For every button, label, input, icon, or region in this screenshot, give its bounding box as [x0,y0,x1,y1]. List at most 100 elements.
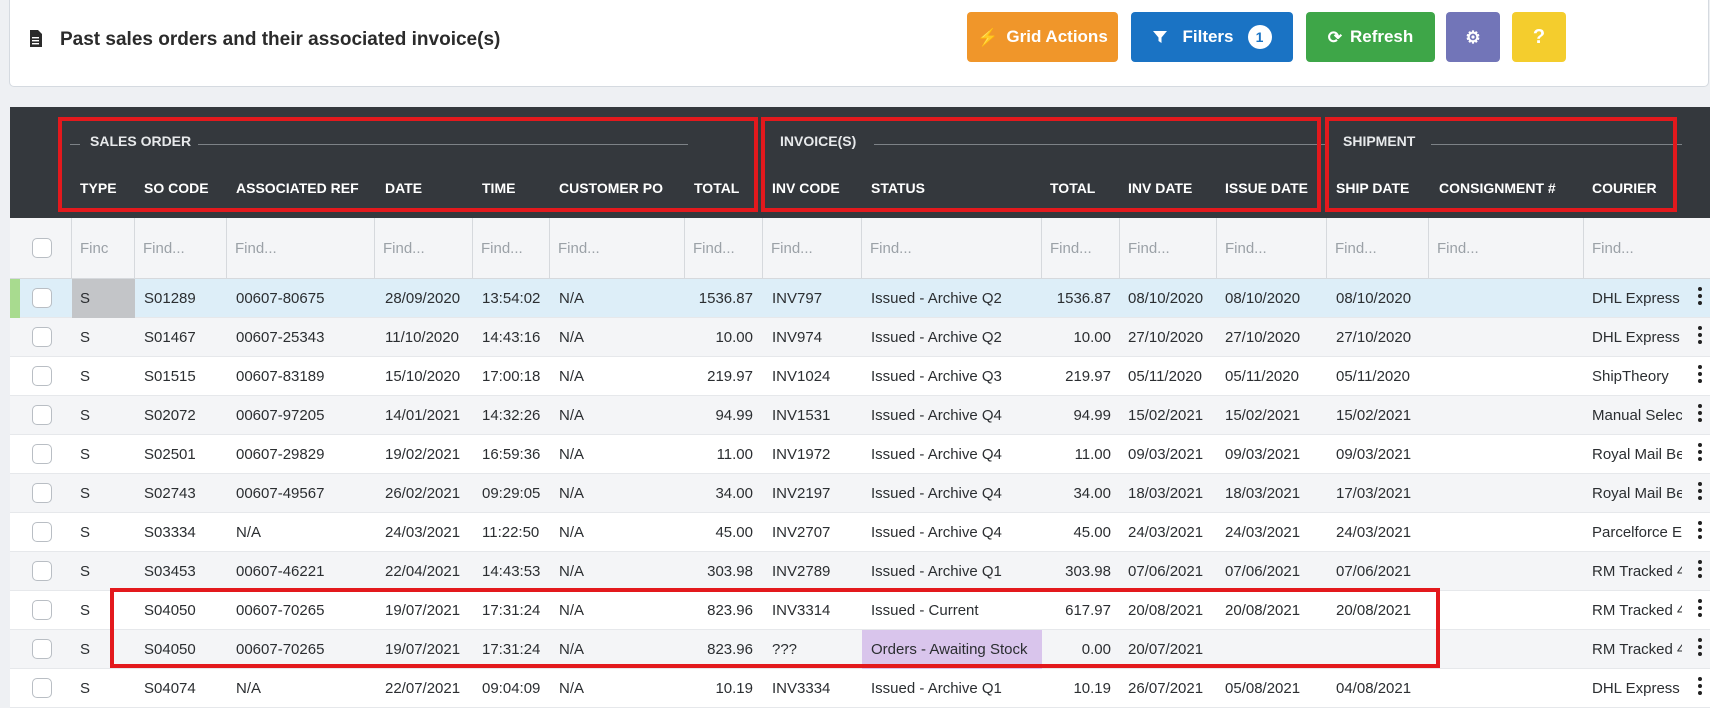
table-row[interactable]: S S04074 N/A 22/07/2021 09:04:09 N/A 10.19 INV3… [10,669,1710,708]
row-checkbox[interactable] [32,288,52,308]
col-consignment[interactable]: CONSIGNMENT # [1439,180,1556,196]
table-row[interactable]: S S02743 00607-49567 26/02/2021 09:29:05 N/A 3… [10,474,1710,513]
filters-button[interactable]: Filters 1 [1131,12,1293,62]
cell-ship-date: 24/03/2021 [1336,524,1412,541]
row-menu-icon[interactable] [1698,326,1702,346]
cell-type: S [80,329,91,346]
cell-courier: RM Tracked 4 [1592,641,1682,658]
filter-consignment-input[interactable]: Find... [1429,218,1584,279]
col-customer-po[interactable]: CUSTOMER PO [559,180,663,196]
col-time[interactable]: TIME [482,180,515,196]
cell-issue-date: 09/03/2021 [1225,446,1301,463]
col-inv-total[interactable]: TOTAL [1050,180,1095,196]
row-checkbox[interactable] [32,678,52,698]
col-date[interactable]: DATE [385,180,422,196]
cell-ship-date: 15/02/2021 [1336,407,1412,424]
cell-consignment [1439,435,1579,474]
cell-type: S [80,524,91,541]
table-row[interactable]: S S04050 00607-70265 19/07/2021 17:31:24 N/A 8… [10,630,1710,669]
cell-inv-code: INV3314 [772,602,831,619]
gear-icon: ⚙ [1465,27,1481,47]
table-row[interactable]: S S03334 N/A 24/03/2021 11:22:50 N/A 45.00 INV2… [10,513,1710,552]
row-menu-icon[interactable] [1698,482,1702,502]
cell-associated-ref: 00607-49567 [236,485,325,502]
filter-type-input[interactable]: Finc [72,218,135,279]
cell-total: 823.96 [707,641,753,658]
col-courier[interactable]: COURIER [1592,180,1657,196]
col-total[interactable]: TOTAL [694,180,739,196]
cell-consignment [1439,396,1579,435]
cell-status: Issued - Archive Q4 [871,485,1002,502]
row-menu-icon[interactable] [1698,677,1702,697]
filter-inv-date-input[interactable]: Find... [1120,218,1217,279]
row-checkbox[interactable] [32,366,52,386]
row-checkbox[interactable] [32,444,52,464]
col-status[interactable]: STATUS [871,180,925,196]
table-row[interactable]: S S01467 00607-25343 11/10/2020 14:43:16 N/A 1… [10,318,1710,357]
row-menu-icon[interactable] [1698,365,1702,385]
row-menu-icon[interactable] [1698,404,1702,424]
row-menu-icon[interactable] [1698,287,1702,307]
cell-type: S [80,407,91,424]
group-divider [1431,144,1682,145]
row-menu-icon[interactable] [1698,638,1702,658]
table-row[interactable]: S S02072 00607-97205 14/01/2021 14:32:26 N/A 9… [10,396,1710,435]
cell-so-code: S02501 [144,446,196,463]
cell-inv-date: 27/10/2020 [1128,329,1204,346]
help-label: ? [1532,25,1546,48]
cell-inv-date: 15/02/2021 [1128,407,1204,424]
select-all-checkbox[interactable] [32,238,52,258]
settings-button[interactable]: ⚙ [1446,12,1500,62]
filter-inv-total-input[interactable]: Find... [1042,218,1120,279]
row-checkbox[interactable] [32,600,52,620]
col-associated-ref[interactable]: ASSOCIATED REF [236,180,359,196]
row-menu-icon[interactable] [1698,560,1702,580]
table-row[interactable]: S S01289 00607-80675 28/09/2020 13:54:02 N/A 1… [10,279,1710,318]
row-menu-icon[interactable] [1698,521,1702,541]
table-row[interactable]: S S03453 00607-46221 22/04/2021 14:43:53 N/A 3… [10,552,1710,591]
col-inv-code[interactable]: INV CODE [772,180,840,196]
refresh-button[interactable]: ⟳ Refresh [1306,12,1435,62]
filter-ship-date-input[interactable]: Find... [1327,218,1429,279]
row-checkbox[interactable] [32,561,52,581]
filter-assoc-ref-input[interactable]: Find... [227,218,375,279]
row-checkbox[interactable] [32,405,52,425]
filters-count-badge: 1 [1247,25,1272,49]
cell-associated-ref: 00607-25343 [236,329,325,346]
row-checkbox[interactable] [32,327,52,347]
table-row[interactable]: S S01515 00607-83189 15/10/2020 17:00:18 N/A 2… [10,357,1710,396]
filter-status-input[interactable]: Find... [862,218,1042,279]
cell-inv-total: 617.97 [1065,602,1111,619]
filter-so-code-input[interactable]: Find... [135,218,227,279]
cell-time: 13:54:02 [482,290,541,307]
row-menu-icon[interactable] [1698,443,1702,463]
cell-so-code: S04074 [144,680,196,697]
cell-type: S [80,563,91,580]
filter-date-input[interactable]: Find... [375,218,473,279]
col-so-code[interactable]: SO CODE [144,180,209,196]
col-ship-date[interactable]: SHIP DATE [1336,180,1409,196]
cell-issue-date: 18/03/2021 [1225,485,1301,502]
grid-actions-button[interactable]: ⚡ Grid Actions [967,12,1118,62]
cell-time: 14:43:16 [482,329,541,346]
cell-inv-date: 20/08/2021 [1128,602,1204,619]
cell-customer-po: N/A [559,407,585,424]
table-row[interactable]: S S02501 00607-29829 19/02/2021 16:59:36 N/A 1… [10,435,1710,474]
row-menu-icon[interactable] [1698,599,1702,619]
help-button[interactable]: ? [1512,12,1566,62]
cell-total: 45.00 [715,524,753,541]
col-inv-date[interactable]: INV DATE [1128,180,1192,196]
filter-time-input[interactable]: Find... [473,218,550,279]
filter-customer-po-input[interactable]: Find... [550,218,685,279]
row-checkbox[interactable] [32,522,52,542]
filter-issue-date-input[interactable]: Find... [1217,218,1327,279]
filter-inv-code-input[interactable]: Find... [763,218,862,279]
filter-courier-input[interactable]: Find... [1584,218,1710,279]
filter-total-input[interactable]: Find... [685,218,763,279]
cell-inv-date: 18/03/2021 [1128,485,1204,502]
row-checkbox[interactable] [32,639,52,659]
table-row[interactable]: S S04050 00607-70265 19/07/2021 17:31:24 N/A 8… [10,591,1710,630]
col-type[interactable]: TYPE [80,180,117,196]
col-issue-date[interactable]: ISSUE DATE [1225,180,1308,196]
row-checkbox[interactable] [32,483,52,503]
